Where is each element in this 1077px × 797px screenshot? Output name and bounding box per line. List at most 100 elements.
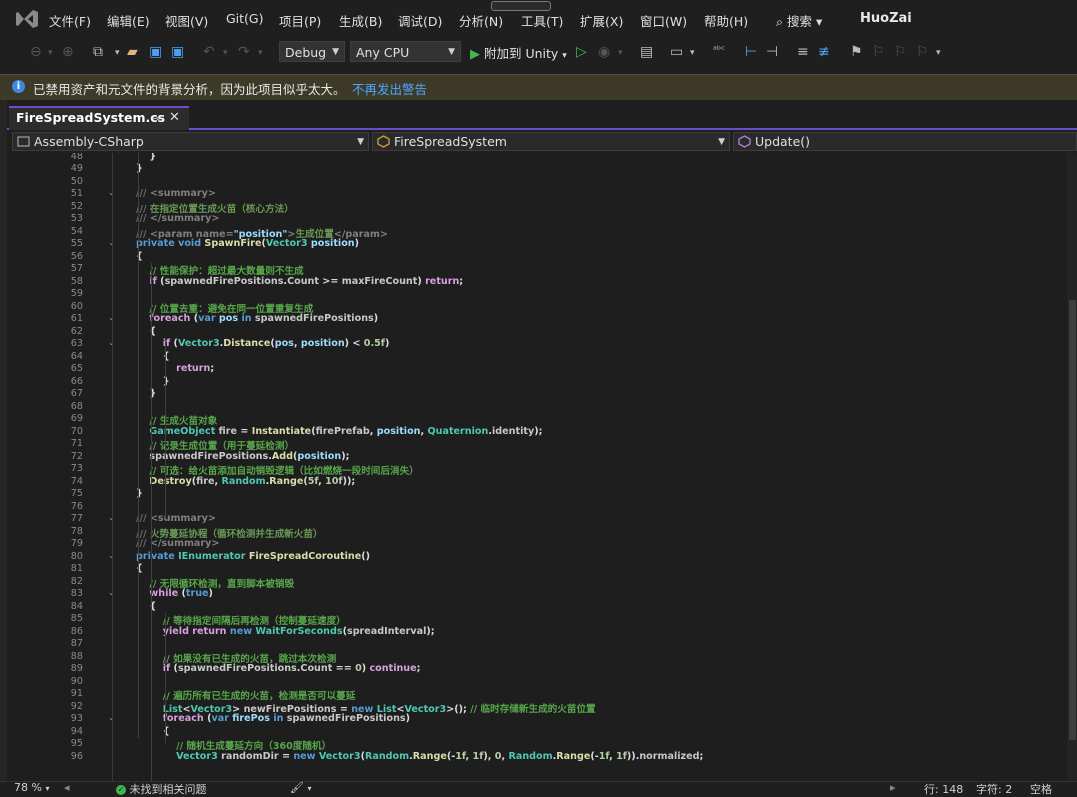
code-line[interactable]: 85 // 等待指定间隔后再检测（控制蔓延速度） [10,613,1067,627]
menu-item[interactable]: 分析(N) [459,11,503,30]
code-line[interactable]: 54/// <param name="position">生成位置</param… [10,226,1067,240]
visual-studio-logo-icon[interactable] [14,8,40,30]
menu-item[interactable]: 帮助(H) [704,11,748,30]
code-line[interactable]: 88 // 如果没有已生成的火苗，跳过本次检测 [10,651,1067,665]
code-line[interactable]: 56{ [10,251,1067,264]
window-drag-handle[interactable] [491,1,551,11]
code-line[interactable]: 78/// 火势蔓延协程（循环检测并生成新火苗） [10,526,1067,540]
menu-item[interactable]: 工具(T) [521,11,563,30]
pin-icon[interactable]: ⊸ [151,112,160,125]
code-line[interactable]: 70 GameObject fire = Instantiate(firePre… [10,426,1067,439]
code-line[interactable]: 96 Vector3 randomDir = new Vector3(Rando… [10,751,1067,764]
menu-item[interactable]: 编辑(E) [107,11,150,30]
code-line[interactable]: 51⌄/// <summary> [10,188,1067,201]
code-line[interactable]: 83⌄ while (true) [10,588,1067,601]
new-dropdown-icon[interactable]: ▾ [115,48,120,58]
code-line[interactable]: 55⌄private void SpawnFire(Vector3 positi… [10,238,1067,251]
prev-bookmark-icon[interactable]: ⚐ [872,44,885,60]
code-line[interactable]: 53 /// </summary> [10,213,1067,226]
save-all-icon[interactable]: ▣ [171,44,184,60]
code-line[interactable]: 64 { [10,351,1067,364]
scroll-left-icon[interactable]: ◂ [64,781,70,794]
code-line[interactable]: 79 /// </summary> [10,538,1067,551]
code-line[interactable]: 87 [10,638,1067,651]
code-line[interactable]: 60 // 位置去重：避免在同一位置重复生成 [10,301,1067,315]
issues-indicator[interactable]: ✓ 未找到相关问题 [116,781,207,797]
code-editor[interactable]: 48 }49}5051⌄/// <summary>52/// 在指定位置生成火苗… [10,153,1067,782]
code-line[interactable]: 80⌄private IEnumerator FireSpreadCorouti… [10,551,1067,564]
project-dropdown[interactable]: Assembly-CSharp ▼ [12,132,369,151]
code-line[interactable]: 81{ [10,563,1067,576]
uncomment-icon[interactable]: ≢ [818,44,830,60]
code-line[interactable]: 66 } [10,376,1067,389]
code-line[interactable]: 95 // 随机生成蔓延方向（360度随机） [10,738,1067,752]
menu-item[interactable]: 调试(D) [398,11,442,30]
forward-icon[interactable]: ⊕ [62,44,74,60]
code-line[interactable]: 48 } [10,153,1067,163]
menu-item[interactable]: 项目(P) [279,11,321,30]
code-line[interactable]: 94 { [10,726,1067,739]
save-icon[interactable]: ▣ [149,44,162,60]
start-without-debugging-icon[interactable]: ▷ [576,44,587,60]
platform-dropdown[interactable]: Any CPU ▼ [350,41,461,62]
code-line[interactable]: 68 [10,401,1067,414]
outdent-icon[interactable]: ⊣ [766,44,778,60]
code-line[interactable]: 58 if (spawnedFirePositions.Count >= max… [10,276,1067,289]
dont-warn-again-link[interactable]: 不再发出警告 [352,79,427,98]
indent-icon[interactable]: ⊢ [745,44,757,60]
menu-item[interactable]: 生成(B) [339,11,382,30]
menu-item[interactable]: 扩展(X) [580,11,623,30]
comment-icon[interactable]: ≡ [797,44,809,60]
indent-indicator[interactable]: 空格 [1030,781,1052,797]
code-line[interactable]: 74 Destroy(fire, Random.Range(5f, 10f)); [10,476,1067,489]
code-line[interactable]: 76 [10,501,1067,514]
search-button[interactable]: ⌕ 搜索 ▾ [776,11,822,30]
next-bookmark-icon[interactable]: ⚐ [894,44,907,60]
code-line[interactable]: 49} [10,163,1067,176]
window-layout-icon[interactable]: ▭ [670,44,683,60]
hot-reload-icon[interactable]: ◉ [598,44,610,60]
redo-dropdown-icon[interactable]: ▾ [258,48,263,58]
code-cleanup-button[interactable]: 🖌 ▾ [290,781,311,794]
code-line[interactable]: 71 // 记录生成位置（用于蔓延检测） [10,438,1067,452]
scroll-right-icon[interactable]: ▸ [890,781,896,794]
code-line[interactable]: 73 // 可选：给火苗添加自动销毁逻辑（比如燃烧一段时间后消失） [10,463,1067,477]
menu-item[interactable]: 窗口(W) [640,11,687,30]
spell-check-icon[interactable]: ᵃᵇᶜ [713,45,725,56]
hot-reload-dropdown-icon[interactable]: ▾ [618,48,623,58]
scrollbar-thumb[interactable] [1069,300,1076,740]
open-folder-icon[interactable]: ▰ [127,44,138,60]
code-line[interactable]: 91 // 遍历所有已生成的火苗，检测是否可以蔓延 [10,688,1067,702]
browse-icon[interactable]: ▤ [640,44,653,60]
code-line[interactable]: 52/// 在指定位置生成火苗（核心方法） [10,201,1067,215]
code-line[interactable]: 93⌄ foreach (var firePos in spawnedFireP… [10,713,1067,726]
type-dropdown[interactable]: FireSpreadSystem ▼ [372,132,730,151]
code-line[interactable]: 82 // 无限循环检测，直到脚本被销毁 [10,576,1067,590]
menu-item[interactable]: 视图(V) [165,11,208,30]
attach-to-unity-button[interactable]: ▶ 附加到 Unity ▾ [470,43,567,62]
code-line[interactable]: 77⌄/// <summary> [10,513,1067,526]
code-line[interactable]: 63⌄ if (Vector3.Distance(pos, position) … [10,338,1067,351]
zoom-level[interactable]: 78 % ▾ [14,781,49,794]
code-line[interactable]: 69 // 生成火苗对象 [10,413,1067,427]
code-line[interactable]: 72 spawnedFirePositions.Add(position); [10,451,1067,464]
layout-dropdown-icon[interactable]: ▾ [690,48,695,58]
back-dropdown-icon[interactable]: ▾ [48,48,53,58]
toolbar-overflow-icon[interactable]: ▾ [936,48,941,58]
code-line[interactable]: 62 { [10,326,1067,339]
code-line[interactable]: 86 yield return new WaitForSeconds(sprea… [10,626,1067,639]
code-line[interactable]: 65 return; [10,363,1067,376]
code-line[interactable]: 89 if (spawnedFirePositions.Count == 0) … [10,663,1067,676]
code-line[interactable]: 90 [10,676,1067,689]
undo-dropdown-icon[interactable]: ▾ [223,48,228,58]
char-indicator[interactable]: 字符: 2 [976,781,1012,797]
bookmark-icon[interactable]: ⚑ [850,44,863,60]
redo-icon[interactable]: ↷ [238,44,250,60]
close-icon[interactable]: ✕ [169,110,180,125]
code-line[interactable]: 59 [10,288,1067,301]
code-line[interactable]: 61⌄ foreach (var pos in spawnedFirePosit… [10,313,1067,326]
menu-item[interactable]: Git(G) [226,11,264,26]
menu-item[interactable]: 文件(F) [49,11,91,30]
code-line[interactable]: 92 List<Vector3> newFirePositions = new … [10,701,1067,715]
back-icon[interactable]: ⊖ [30,44,42,60]
